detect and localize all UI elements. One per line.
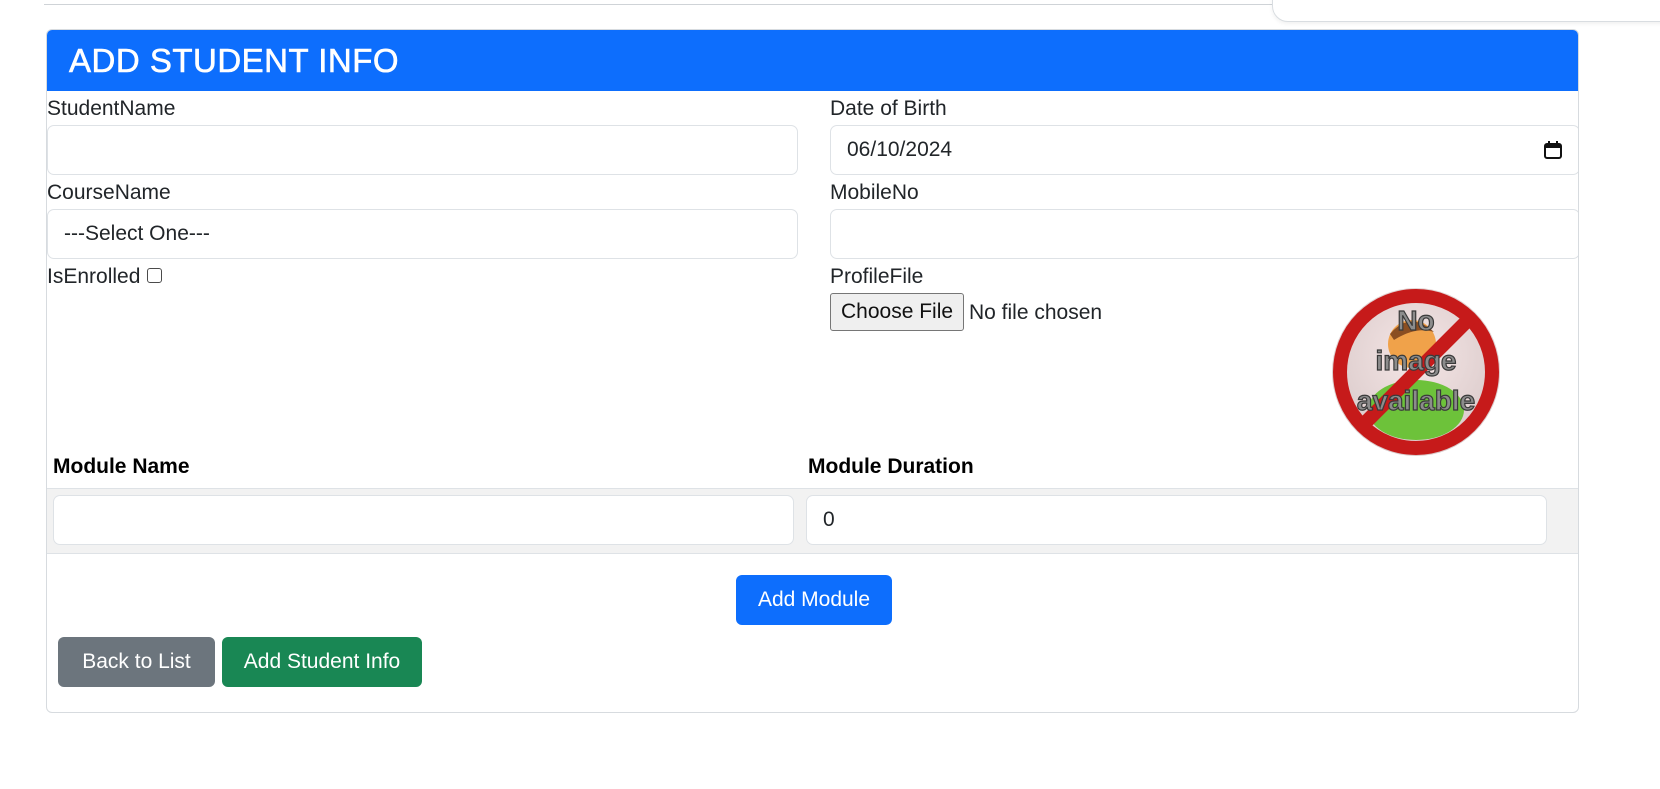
card-header: ADD STUDENT INFO	[47, 30, 1578, 91]
add-student-info-button[interactable]: Add Student Info	[222, 637, 422, 687]
table-row-divider	[47, 553, 1578, 554]
no-image-text-line2: image	[1376, 345, 1457, 376]
module-name-input[interactable]	[53, 495, 794, 545]
is-enrolled-checkbox[interactable]	[147, 268, 162, 283]
date-of-birth-value: 06/10/2024	[847, 138, 953, 161]
mobile-no-input[interactable]	[830, 209, 1578, 259]
top-divider	[44, 4, 1274, 5]
course-name-select[interactable]: ---Select One---	[47, 209, 798, 259]
top-popover-edge	[1272, 0, 1660, 22]
page-title: ADD STUDENT INFO	[69, 42, 400, 79]
no-image-text-line3: available	[1357, 385, 1475, 416]
choose-file-button[interactable]: Choose File	[830, 293, 965, 331]
course-name-label: CourseName	[47, 181, 171, 204]
back-to-list-button[interactable]: Back to List	[58, 637, 215, 687]
module-duration-header: Module Duration	[808, 455, 974, 478]
no-image-text-line1: No	[1397, 305, 1434, 336]
date-of-birth-label: Date of Birth	[830, 97, 947, 120]
calendar-icon[interactable]	[1543, 140, 1563, 160]
is-enrolled-label: IsEnrolled	[47, 265, 141, 288]
add-student-card: ADD STUDENT INFO StudentName Date of Bir…	[46, 29, 1579, 713]
student-name-input[interactable]	[47, 125, 798, 175]
profile-file-label: ProfileFile	[830, 265, 924, 288]
file-status-text: No file chosen	[969, 301, 1103, 324]
no-image-placeholder: No image available	[1332, 288, 1500, 456]
student-name-label: StudentName	[47, 97, 176, 120]
date-of-birth-input[interactable]: 06/10/2024	[830, 125, 1578, 175]
add-module-button[interactable]: Add Module	[736, 575, 892, 625]
module-name-header: Module Name	[53, 455, 190, 478]
module-duration-input[interactable]	[806, 495, 1547, 545]
mobile-no-label: MobileNo	[830, 181, 919, 204]
course-name-selected: ---Select One---	[64, 222, 210, 245]
